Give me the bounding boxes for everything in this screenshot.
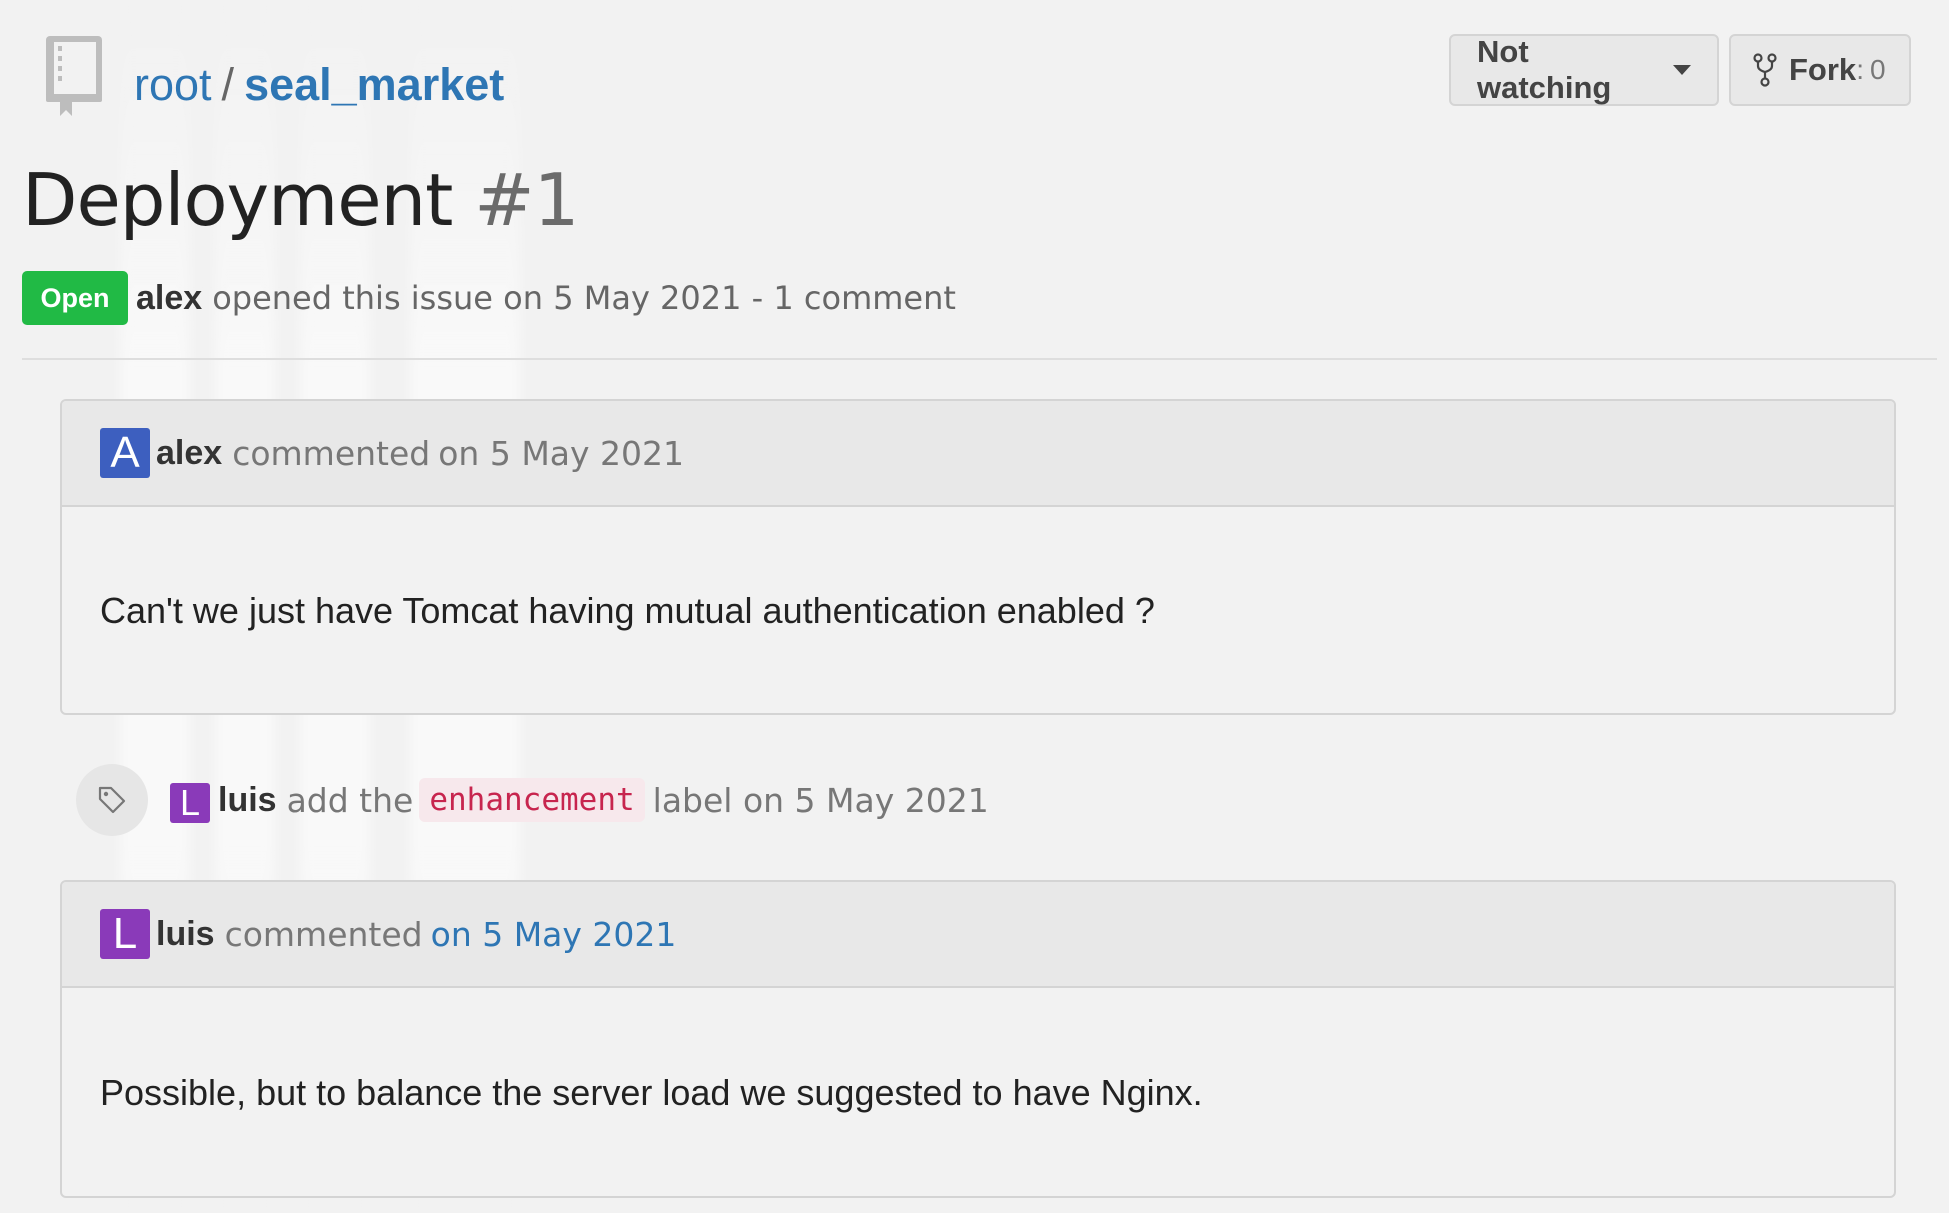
watch-label: Not watching	[1477, 34, 1612, 105]
label-enhancement[interactable]: enhancement	[419, 778, 645, 822]
fork-icon	[1753, 53, 1777, 87]
fork-label: Fork	[1789, 52, 1857, 87]
issue-number: #1	[474, 158, 579, 242]
comment-author-link[interactable]: luis	[156, 915, 215, 954]
issue-meta-text: opened this issue on 5 May 2021 - 1 comm…	[212, 279, 956, 317]
issue-title-text: Deployment	[22, 158, 453, 242]
repo-actions: Not watching Fork:0	[1449, 34, 1911, 106]
comment-date: on 5 May 2021	[438, 433, 685, 473]
event-actor-link[interactable]: luis	[218, 781, 277, 820]
issue-meta: Open alex opened this issue on 5 May 202…	[22, 271, 956, 325]
event-badge	[76, 764, 148, 836]
watch-dropdown-button[interactable]: Not watching	[1449, 34, 1719, 106]
repo-breadcrumb: root / seal_market	[134, 62, 504, 107]
label-event: L luis add the enhancement label on 5 Ma…	[76, 764, 989, 836]
comment-body: Possible, but to balance the server load…	[62, 988, 1894, 1196]
comment-text: Possible, but to balance the server load…	[100, 1072, 1203, 1113]
repo-header: root / seal_market	[40, 30, 504, 120]
repo-owner-link[interactable]: root	[134, 59, 212, 110]
fork-count: 0	[1869, 54, 1886, 85]
fork-count-separator: :	[1856, 54, 1864, 85]
issue-author-link[interactable]: alex	[136, 279, 202, 318]
repo-path-separator: /	[221, 58, 235, 110]
issue-title: Deployment #1	[22, 164, 579, 236]
avatar[interactable]: L	[100, 909, 150, 959]
issue-page: root / seal_market Not watching Fork:0 Dep…	[0, 0, 1949, 1213]
tag-icon	[98, 786, 126, 814]
comment-action: commented	[224, 914, 423, 954]
comment-author-link[interactable]: alex	[156, 434, 222, 473]
fork-button[interactable]: Fork:0	[1729, 34, 1911, 106]
comment-body: Can't we just have Tomcat having mutual …	[62, 507, 1894, 713]
caret-down-icon	[1673, 65, 1691, 75]
repo-book-icon	[46, 36, 102, 116]
repo-name-link[interactable]: seal_market	[244, 59, 504, 110]
comment: L luis commented on 5 May 2021 Possible,…	[60, 880, 1896, 1198]
comment-action: commented	[232, 433, 431, 473]
avatar[interactable]: A	[100, 428, 150, 478]
avatar[interactable]: L	[170, 783, 210, 823]
comment-header: L luis commented on 5 May 2021	[62, 882, 1894, 988]
event-suffix: label on 5 May 2021	[652, 780, 989, 820]
comment: A alex commented on 5 May 2021 Can't we …	[60, 399, 1896, 715]
comment-date-link[interactable]: on 5 May 2021	[431, 915, 677, 954]
comment-text: Can't we just have Tomcat having mutual …	[100, 590, 1155, 631]
comment-header: A alex commented on 5 May 2021	[62, 401, 1894, 507]
header-divider	[22, 358, 1937, 360]
event-prefix: add the	[286, 780, 414, 820]
issue-state-badge: Open	[22, 271, 128, 325]
